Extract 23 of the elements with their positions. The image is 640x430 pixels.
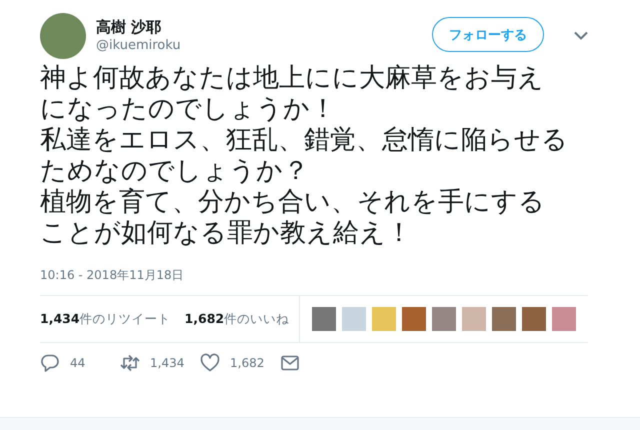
retweet-count: 1,434	[150, 356, 184, 370]
heart-icon[interactable]	[200, 353, 220, 373]
chevron-down-icon[interactable]	[574, 31, 588, 40]
author-handle[interactable]: @ikuemiroku	[96, 37, 432, 55]
tweet-text: 私達をエロス、狂乱、錯覚、怠惰に陥らせるためなのでしょうか？	[40, 125, 569, 187]
avatar-placeholder[interactable]	[402, 307, 426, 331]
reply-bubble-icon[interactable]	[40, 353, 60, 373]
avatar-placeholder[interactable]	[432, 307, 456, 331]
avatar-placeholder[interactable]	[312, 307, 336, 331]
envelope-icon[interactable]	[280, 353, 300, 373]
author-name[interactable]: 高樹 沙耶	[96, 17, 432, 37]
tweet-text: 神よ何故あなたは地上にに大麻草をお与えになったのでしょうか！	[40, 63, 545, 125]
reply-count: 44	[70, 356, 86, 370]
avatar-placeholder[interactable]	[552, 307, 576, 331]
retweet-count-link[interactable]: 1,434件のリツイート	[40, 310, 171, 328]
avatar-placeholder[interactable]	[522, 307, 546, 331]
avatar-placeholder[interactable]	[492, 307, 516, 331]
timestamp[interactable]: 10:16 - 2018年11月18日	[40, 267, 588, 283]
like-count-link[interactable]: 1,682件のいいね	[184, 310, 290, 328]
like-count: 1,682	[230, 356, 264, 370]
retweet-arrows-icon[interactable]	[120, 353, 140, 373]
tweet-text: 植物を育て、分かち合い、それを手にすることが如何なる罪か教え給え！	[40, 187, 546, 249]
avatar-placeholder[interactable]	[40, 13, 86, 59]
